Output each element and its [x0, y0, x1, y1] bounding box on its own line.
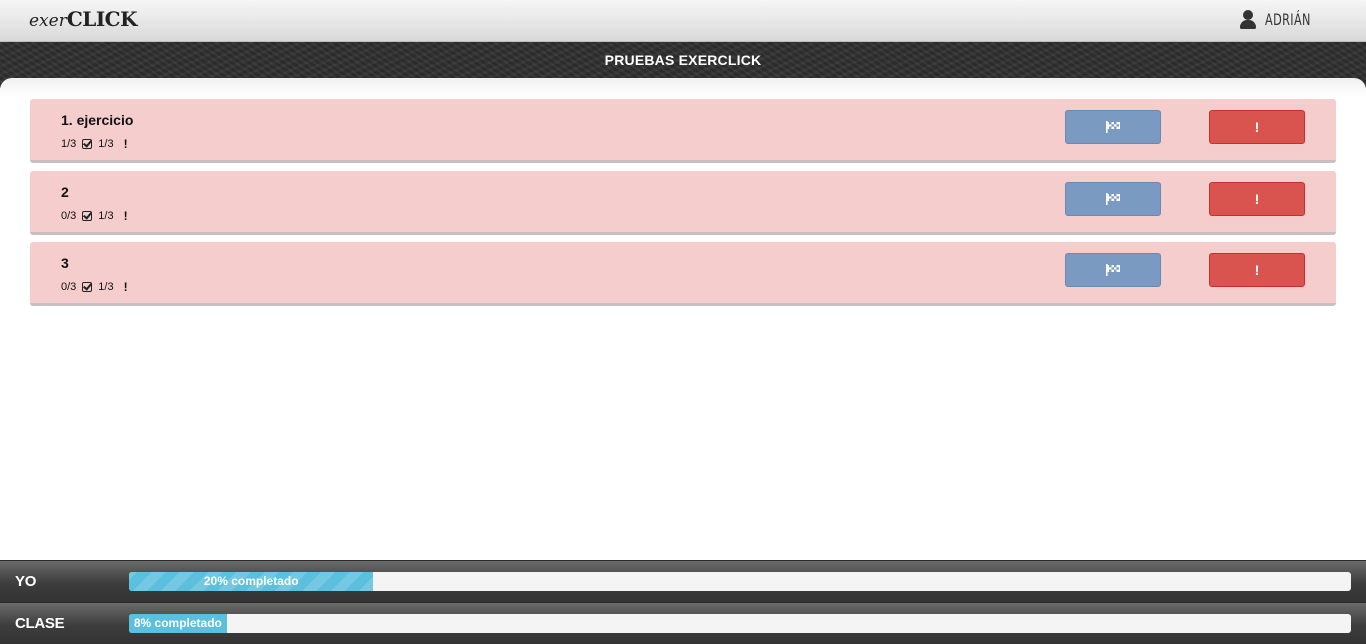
top-bar: exerCLICK ADRIÁN: [0, 0, 1366, 42]
exclamation-icon: !: [123, 209, 128, 223]
help-alert-button[interactable]: !: [1209, 253, 1305, 287]
exercise-name: 3: [61, 255, 69, 271]
checkbox-icon: [82, 211, 93, 221]
help-alert-button[interactable]: !: [1209, 182, 1305, 216]
my-progress-bar: 20% completado: [129, 572, 374, 591]
flag-icon: [1106, 193, 1120, 205]
exclamation-icon: !: [123, 137, 128, 151]
alert-count: 1/3: [98, 210, 114, 222]
exercise-row: 1. ejercicio 1/3 1/3 ! !: [30, 99, 1336, 163]
flag-icon: [1106, 264, 1120, 276]
logo-prefix: exer: [29, 11, 67, 31]
exercise-stats: 0/3 1/3 !: [61, 280, 128, 294]
user-icon: [1239, 9, 1257, 29]
my-progress-track: 20% completado: [129, 572, 1351, 591]
alert-count: 1/3: [98, 281, 114, 293]
app-logo[interactable]: exerCLICK: [29, 7, 137, 31]
exercise-row: 2 0/3 1/3 ! !: [30, 171, 1336, 235]
user-menu[interactable]: ADRIÁN: [1239, 9, 1324, 29]
exercise-panel: 1. ejercicio 1/3 1/3 ! ! 2 0/3 1/3 ! ! 3…: [0, 78, 1366, 560]
finish-button[interactable]: [1065, 253, 1161, 287]
my-progress-label: YO: [15, 573, 37, 590]
done-count: 0/3: [61, 281, 77, 293]
checkbox-icon: [82, 282, 93, 292]
user-name: ADRIÁN: [1265, 9, 1312, 29]
exercise-name: 1. ejercicio: [61, 112, 134, 128]
logo-main: CLICK: [66, 7, 138, 31]
done-count: 1/3: [61, 138, 77, 150]
flag-icon: [1106, 121, 1120, 133]
finish-button[interactable]: [1065, 110, 1161, 144]
done-count: 0/3: [61, 210, 77, 222]
exercise-stats: 1/3 1/3 !: [61, 137, 128, 151]
checkbox-icon: [82, 139, 93, 149]
help-alert-button[interactable]: !: [1209, 110, 1305, 144]
class-progress-track: 8% completado: [129, 614, 1351, 633]
class-progress-row: CLASE 8% completado: [0, 602, 1366, 644]
exclamation-icon: !: [123, 280, 128, 294]
class-progress-bar: 8% completado: [129, 614, 227, 633]
page-title: PRUEBAS EXERCLICK: [604, 52, 762, 68]
exercise-row: 3 0/3 1/3 ! !: [30, 242, 1336, 306]
exercise-stats: 0/3 1/3 !: [61, 209, 128, 223]
alert-count: 1/3: [98, 138, 114, 150]
my-progress-row: YO 20% completado: [0, 560, 1366, 602]
exercise-name: 2: [61, 184, 69, 200]
finish-button[interactable]: [1065, 182, 1161, 216]
class-progress-label: CLASE: [15, 615, 65, 632]
